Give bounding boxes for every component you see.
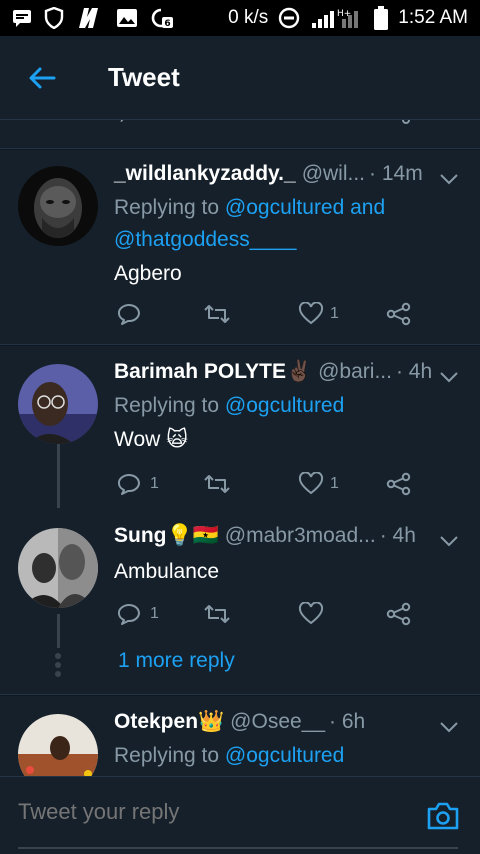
- divider: [0, 148, 480, 150]
- thread-line: [57, 614, 60, 648]
- tweet-text: Wow 🙀: [114, 428, 189, 451]
- reply-icon: [118, 604, 140, 625]
- reply-button[interactable]: 1: [118, 466, 159, 502]
- reply-compose-bar: [0, 776, 480, 854]
- heart-icon: [298, 602, 324, 625]
- more-reply-link[interactable]: 1 more reply: [118, 649, 235, 673]
- reply-icon[interactable]: [118, 120, 144, 122]
- svg-text:6: 6: [164, 19, 170, 29]
- replying-to: Replying to @ogcultured: [114, 740, 480, 772]
- clock: 1:52 AM: [398, 7, 468, 28]
- tweet-text: Ambulance: [114, 560, 220, 583]
- tweet-actions: 1 1: [114, 466, 414, 502]
- page-title: Tweet: [108, 62, 180, 92]
- share-icon[interactable]: [386, 120, 412, 124]
- heart-icon: [298, 302, 324, 325]
- like-button[interactable]: 1: [298, 466, 339, 502]
- author-name[interactable]: Otekpen👑: [114, 710, 224, 734]
- tweet-actions: 1: [114, 596, 414, 632]
- retweet-icon: [204, 605, 230, 623]
- share-button[interactable]: [386, 466, 412, 502]
- share-icon: [386, 472, 411, 496]
- avatar[interactable]: [18, 714, 98, 776]
- tweet-item[interactable]: _wildlankyzaddy._ @wil... · 14m Replying…: [0, 156, 480, 340]
- retweet-button[interactable]: [202, 596, 238, 632]
- share-icon: [386, 602, 411, 626]
- data-saver-icon: [278, 7, 300, 29]
- netflix-icon: [76, 7, 104, 29]
- chevron-down-icon[interactable]: [438, 530, 460, 552]
- message-icon: [12, 9, 32, 27]
- author-name[interactable]: _wildlankyzaddy._: [114, 162, 296, 186]
- signal-icon: H+: [310, 7, 364, 29]
- divider: [0, 694, 480, 696]
- reply-input[interactable]: [18, 799, 398, 825]
- replying-prefix: Replying to: [114, 196, 225, 219]
- replying-prefix: Replying to: [114, 744, 225, 767]
- mention-link[interactable]: @ogcultured: [225, 394, 344, 417]
- status-bar: 6 0 k/s H+ 1:52 AM: [0, 0, 480, 36]
- tweet-item[interactable]: Barimah POLYTE✌🏿 @bari... · 4h Replying …: [0, 354, 480, 508]
- like-count: 1: [330, 475, 339, 492]
- like-button[interactable]: [298, 596, 330, 632]
- mention-link[interactable]: @ogcultured: [225, 744, 344, 767]
- thread-dots: [54, 650, 62, 680]
- shield-icon: [44, 7, 64, 29]
- avatar[interactable]: [18, 166, 98, 246]
- thread-line: [57, 444, 60, 508]
- author-handle[interactable]: @wil...: [302, 162, 365, 186]
- retweet-icon: [204, 475, 230, 493]
- author-handle[interactable]: @mabr3moad...: [225, 524, 376, 548]
- tweet-item[interactable]: Sung💡🇬🇭 @mabr3moad... · 4h Ambulance 1: [0, 522, 480, 648]
- reply-icon: [118, 474, 140, 495]
- retweet-icon: [204, 305, 230, 323]
- tweet-time: · 14m: [369, 162, 423, 185]
- image-icon: [116, 8, 138, 28]
- tweet-actions: 1: [114, 296, 414, 332]
- sync-badge-icon: 6: [150, 7, 174, 29]
- author-handle[interactable]: @Osee__: [230, 710, 325, 734]
- share-icon: [386, 302, 411, 326]
- replying-to: Replying to @ogcultured and @thatgoddess…: [114, 192, 480, 256]
- tweet-time: · 6h: [329, 710, 366, 733]
- network-speed: 0 k/s: [228, 7, 269, 28]
- like-icon[interactable]: [298, 120, 322, 122]
- previous-tweet-actions: [0, 120, 480, 142]
- author-name[interactable]: Sung💡🇬🇭: [114, 524, 219, 548]
- replying-to: Replying to @ogcultured: [114, 390, 480, 422]
- chevron-down-icon[interactable]: [438, 716, 460, 738]
- camera-icon[interactable]: [426, 801, 460, 831]
- like-count: 1: [330, 305, 339, 322]
- battery-icon: [374, 6, 389, 30]
- tweet-text: Agbero: [114, 262, 182, 285]
- heart-icon: [298, 472, 324, 495]
- replying-prefix: Replying to: [114, 394, 225, 417]
- reply-icon: [118, 304, 140, 325]
- retweet-button[interactable]: [202, 296, 238, 332]
- back-button[interactable]: [20, 56, 64, 100]
- avatar[interactable]: [18, 364, 98, 444]
- chevron-down-icon[interactable]: [438, 168, 460, 190]
- reply-feed[interactable]: _wildlankyzaddy._ @wil... · 14m Replying…: [0, 120, 480, 776]
- app-header: Tweet: [0, 36, 480, 120]
- tweet-time: · 4h: [395, 360, 433, 383]
- tweet-item[interactable]: Otekpen👑 @Osee__ · 6h Replying to @ogcul…: [0, 704, 480, 776]
- divider: [0, 344, 480, 346]
- author-handle[interactable]: @bari...: [318, 360, 392, 384]
- share-button[interactable]: [386, 296, 412, 332]
- chevron-down-icon[interactable]: [438, 366, 460, 388]
- input-underline: [18, 847, 458, 849]
- reply-button[interactable]: [118, 296, 150, 332]
- avatar[interactable]: [18, 528, 98, 608]
- share-button[interactable]: [386, 596, 412, 632]
- reply-count: 1: [150, 605, 159, 622]
- retweet-button[interactable]: [202, 466, 238, 502]
- author-name[interactable]: Barimah POLYTE✌🏿: [114, 360, 312, 384]
- reply-count: 1: [150, 475, 159, 492]
- tweet-time: · 4h: [379, 524, 416, 547]
- reply-button[interactable]: 1: [118, 596, 159, 632]
- like-button[interactable]: 1: [298, 296, 339, 332]
- back-arrow-icon: [29, 67, 56, 88]
- retweet-icon[interactable]: [208, 120, 238, 122]
